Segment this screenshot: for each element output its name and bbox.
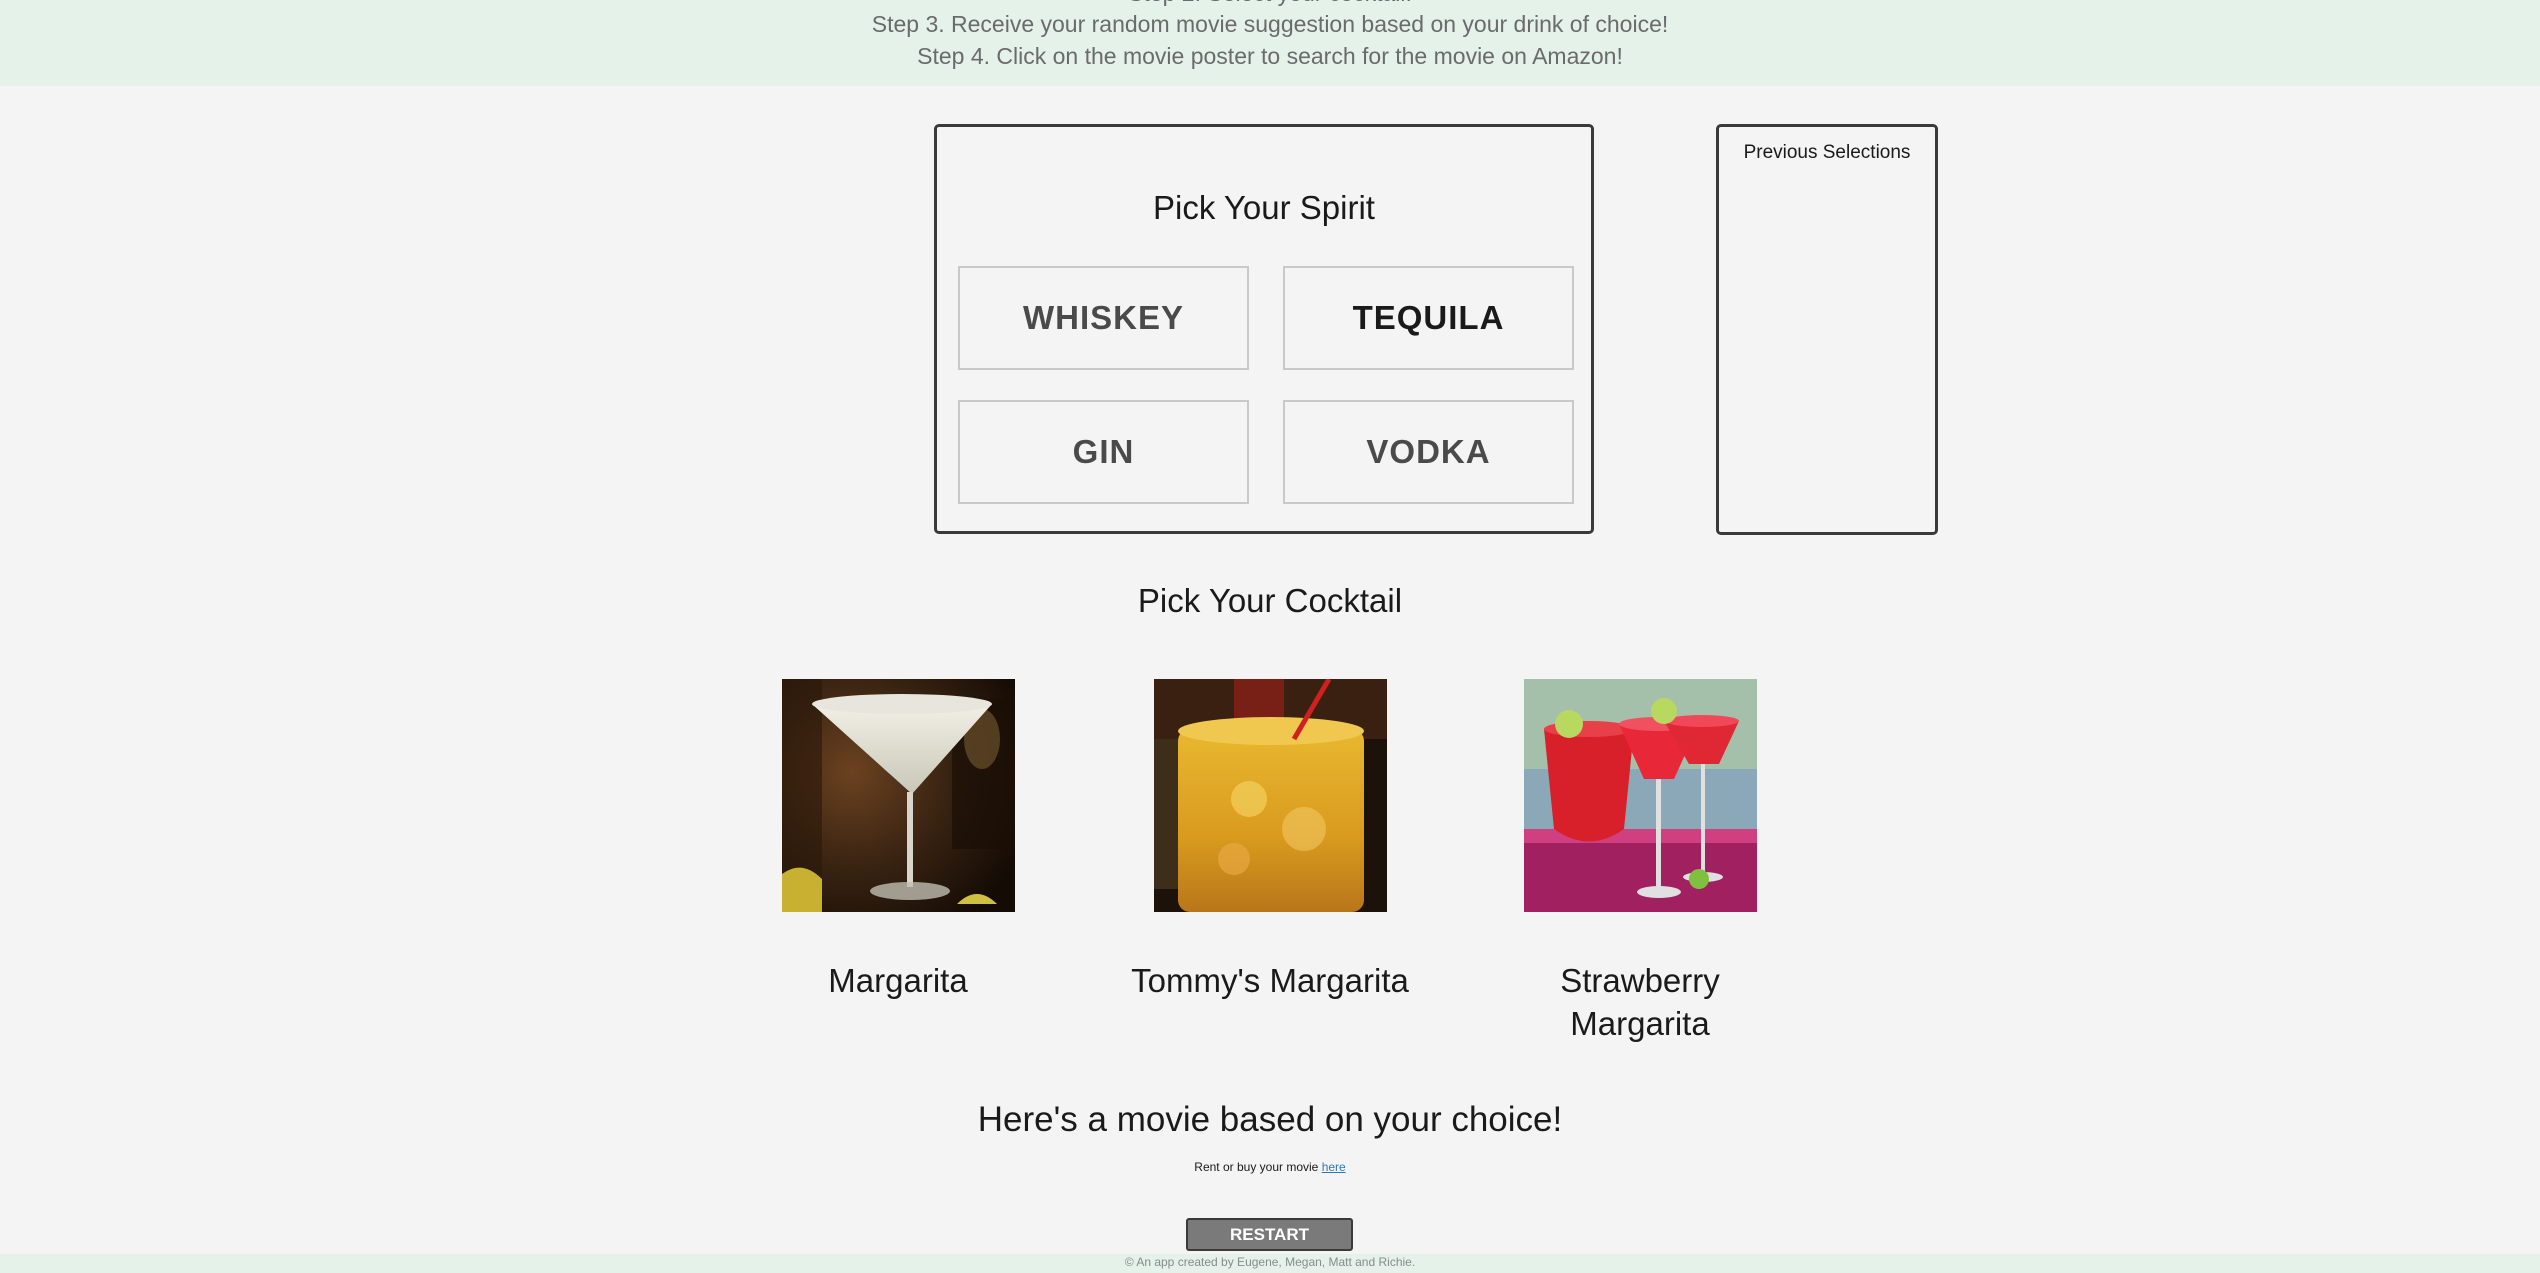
restart-button[interactable]: RESTART <box>1186 1218 1353 1251</box>
previous-selections-panel: Previous Selections <box>1716 124 1938 535</box>
cocktail-name[interactable]: Margarita <box>748 959 1048 1002</box>
spirit-panel: Pick Your Spirit WHISKEY TEQUILA GIN VOD… <box>934 124 1594 534</box>
spirit-panel-title: Pick Your Spirit <box>1153 189 1375 226</box>
cocktail-name[interactable]: Tommy's Margarita <box>1120 959 1420 1002</box>
cocktail-section-heading: Pick Your Cocktail <box>1137 582 1403 619</box>
cocktail-name[interactable]: Strawberry Margarita <box>1490 959 1790 1045</box>
vodka-button[interactable]: VODKA <box>1283 400 1574 504</box>
amazon-link[interactable]: here <box>1322 1160 1346 1174</box>
rent-movie-text: Rent or buy your movie <box>1194 1160 1319 1174</box>
previous-selections-title: Previous Selections <box>1743 142 1911 163</box>
instruction-step-4: Step 4. Click on the movie poster to sea… <box>917 43 1623 69</box>
strawberry-margarita-photo[interactable] <box>1524 679 1757 912</box>
movie-result-heading: Here's a movie based on your choice! <box>977 1100 1563 1139</box>
instruction-step-3: Step 3. Receive your random movie sugges… <box>871 11 1669 37</box>
whiskey-button[interactable]: WHISKEY <box>958 266 1249 370</box>
footer-credits: © An app created by Eugene, Megan, Matt … <box>1124 1255 1416 1269</box>
margarita-photo[interactable] <box>782 679 1015 912</box>
tommys-margarita-photo[interactable] <box>1154 679 1387 912</box>
gin-button[interactable]: GIN <box>958 400 1249 504</box>
tequila-button[interactable]: TEQUILA <box>1283 266 1574 370</box>
instruction-step-2: Step 2. Select your cocktail. <box>0 0 2540 8</box>
rent-movie-line: Rent or buy your movie here <box>0 1160 2540 1174</box>
